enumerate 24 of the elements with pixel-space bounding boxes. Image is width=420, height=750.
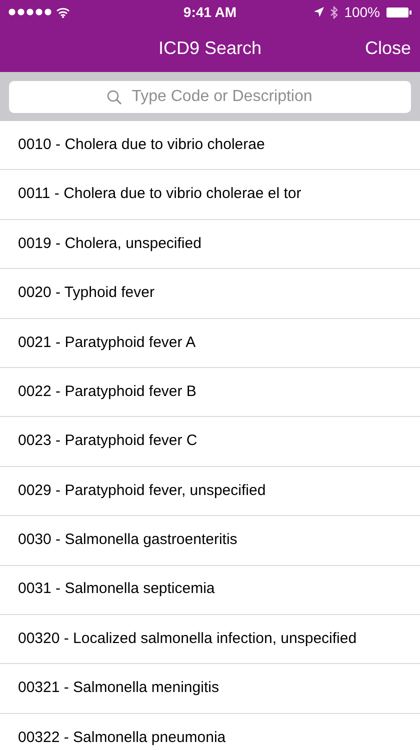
list-item[interactable]: 0023 - Paratyphoid fever C: [18, 430, 198, 453]
list-item[interactable]: 0019 - Cholera, unspecified: [18, 232, 202, 256]
list-item[interactable]: 0021 - Paratyphoid fever A: [18, 332, 196, 354]
list-item[interactable]: 0031 - Salmonella septicemia: [18, 578, 215, 601]
list-item[interactable]: 0022 - Paratyphoid fever B: [18, 380, 196, 404]
search-icon: [107, 90, 122, 104]
battery-percent: 100%: [344, 2, 380, 22]
list-item[interactable]: 0011 - Cholera due to vibrio cholerae el tor: [18, 183, 302, 206]
list-item[interactable]: 0029 - Paratyphoid fever, unspecified: [18, 480, 266, 502]
list-item[interactable]: 00321 - Salmonella meningitis: [18, 677, 219, 700]
status-time: 9:41 AM: [183, 2, 237, 22]
list-item[interactable]: 00320 - Localized salmonella infection, unspecified: [18, 628, 357, 650]
list-item[interactable]: 0020 - Typhoid fever: [18, 282, 154, 305]
battery-icon: [386, 6, 412, 18]
close-button[interactable]: Close: [364, 34, 411, 62]
search-field[interactable]: Type Code or Description: [9, 80, 411, 112]
location-arrow-icon: [314, 7, 324, 17]
list-item[interactable]: 0030 - Salmonella gastroenteritis: [18, 529, 238, 552]
nav-title: ICD9 Search: [158, 36, 262, 60]
list-item[interactable]: 0010 - Cholera due to vibrio cholerae: [18, 134, 265, 156]
wifi-icon: [56, 6, 70, 18]
signal-icon: [8, 8, 52, 16]
list-item[interactable]: 00322 - Salmonella pneumonia: [18, 726, 226, 750]
bluetooth-icon: [330, 6, 338, 18]
